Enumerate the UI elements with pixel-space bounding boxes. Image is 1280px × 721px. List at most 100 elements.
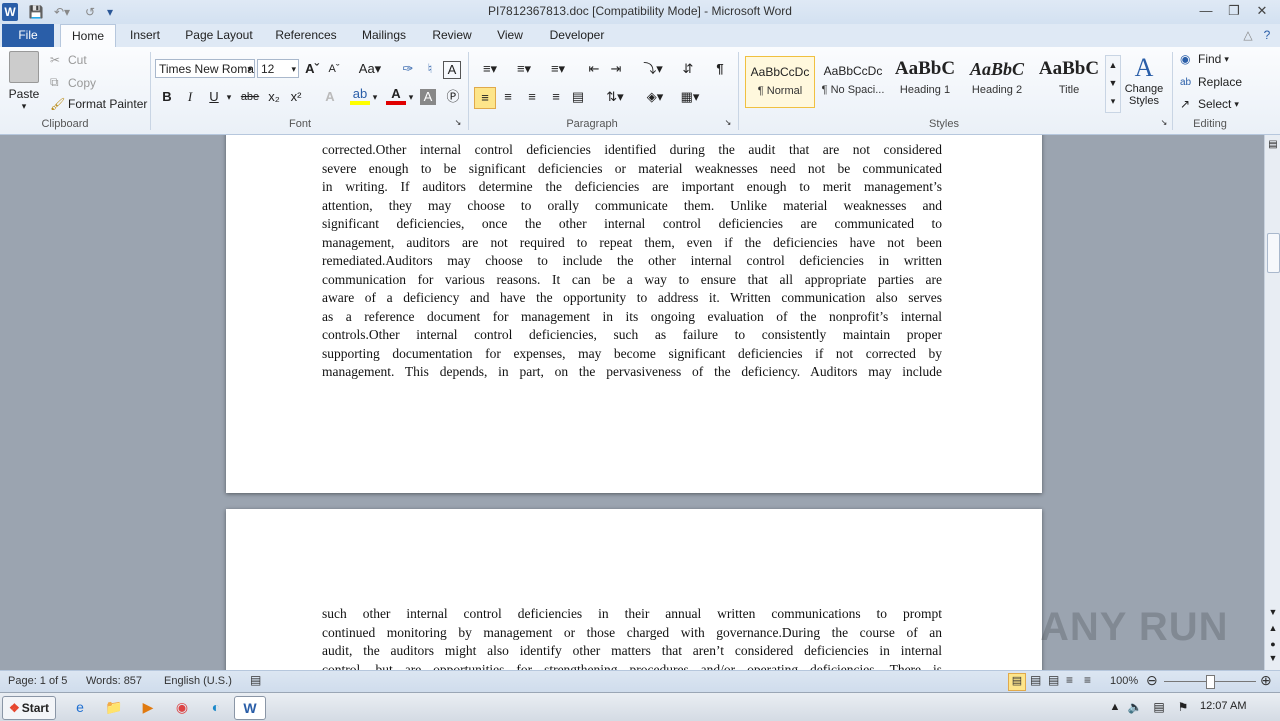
scroll-down-icon[interactable]: ▼: [1267, 607, 1279, 617]
multilevel-list-icon[interactable]: ≡▾: [544, 59, 572, 79]
sort-icon[interactable]: ⇵: [678, 59, 698, 79]
browse-object-icon[interactable]: ●: [1267, 639, 1279, 649]
outline-icon[interactable]: ≡: [1066, 673, 1073, 687]
enclose-characters-icon[interactable]: Ⓟ: [443, 87, 463, 107]
find-button[interactable]: ◉ Find ▾: [1180, 52, 1229, 66]
shading-icon[interactable]: ◈▾: [642, 87, 668, 107]
ie-icon[interactable]: e: [66, 696, 94, 718]
dialog-launcher-icon[interactable]: ↘: [452, 117, 464, 129]
numbering-icon[interactable]: ≡▾: [510, 59, 538, 79]
word-count[interactable]: Words: 857: [86, 675, 142, 687]
bullets-icon[interactable]: ≡▾: [476, 59, 504, 79]
scrollbar-thumb[interactable]: [1267, 233, 1280, 273]
copy-button[interactable]: ⧉ Copy: [50, 75, 96, 90]
style-title[interactable]: AaBbC Title: [1034, 56, 1104, 108]
clear-formatting-icon[interactable]: ✑: [398, 59, 418, 79]
asian-layout-icon[interactable]: ⤵▾: [640, 59, 666, 79]
zoom-in-icon[interactable]: ⊕: [1260, 672, 1272, 689]
style-heading-2[interactable]: AaBbC Heading 2: [962, 56, 1032, 108]
replace-button[interactable]: ab Replace: [1180, 75, 1242, 89]
action-center-flag-icon[interactable]: ⚑: [1174, 696, 1192, 718]
word-taskbar-button[interactable]: W: [234, 696, 266, 720]
underline-button[interactable]: U: [204, 87, 224, 107]
clock[interactable]: 12:07 AM: [1200, 700, 1246, 712]
subscript-button[interactable]: x₂: [264, 87, 284, 107]
style-heading-1[interactable]: AaBbC Heading 1: [890, 56, 960, 108]
tab-developer[interactable]: Developer: [542, 24, 612, 47]
draft-icon[interactable]: ≡: [1084, 673, 1091, 687]
chevron-down-icon[interactable]: ▾: [406, 87, 416, 107]
show-hidden-icons[interactable]: ▲: [1108, 696, 1122, 718]
zoom-level[interactable]: 100%: [1110, 675, 1138, 687]
next-page-icon[interactable]: ▼: [1267, 653, 1279, 663]
style-normal[interactable]: AaBbCcDc ¶ Normal: [745, 56, 815, 108]
web-layout-icon[interactable]: ▤: [1048, 673, 1059, 687]
macro-record-icon[interactable]: ▤: [250, 673, 261, 687]
chrome-icon[interactable]: ◉: [168, 696, 196, 718]
select-button[interactable]: ↗ Select ▾: [1180, 97, 1239, 111]
media-player-icon[interactable]: ▶: [134, 696, 162, 718]
change-case-icon[interactable]: Aa▾: [356, 59, 384, 79]
strikethrough-button[interactable]: abe: [238, 87, 262, 107]
tab-file[interactable]: File: [2, 24, 54, 47]
page-count[interactable]: Page: 1 of 5: [8, 675, 67, 687]
full-screen-reading-icon[interactable]: ▤: [1030, 673, 1041, 687]
page-2[interactable]: such other internal control deficiencies…: [226, 509, 1042, 670]
vertical-scrollbar[interactable]: ▤ ▼ ▲ ● ▼: [1264, 135, 1280, 670]
page-1[interactable]: corrected.Other internal control deficie…: [226, 135, 1042, 493]
font-size-combobox[interactable]: 12 ▾: [257, 59, 299, 78]
style-no-spacing[interactable]: AaBbCcDc ¶ No Spaci...: [818, 56, 888, 108]
close-button[interactable]: ✕: [1252, 2, 1272, 20]
tab-insert[interactable]: Insert: [122, 24, 168, 47]
shrink-font-icon[interactable]: Aˇ: [324, 59, 344, 79]
page-2-text[interactable]: such other internal control deficiencies…: [322, 605, 942, 670]
chevron-down-icon[interactable]: ▾: [370, 87, 380, 107]
character-border-icon[interactable]: A: [443, 61, 461, 79]
edge-icon[interactable]: ◐: [202, 696, 230, 718]
text-effects-icon[interactable]: A: [320, 87, 340, 107]
italic-button[interactable]: I: [180, 87, 200, 107]
tab-view[interactable]: View: [488, 24, 532, 47]
align-right-icon[interactable]: ≡: [522, 87, 542, 107]
align-left-icon[interactable]: ≡: [474, 87, 496, 109]
distributed-icon[interactable]: ▤: [568, 87, 588, 107]
paste-button[interactable]: Paste ▾: [6, 51, 42, 115]
minimize-button[interactable]: —: [1196, 2, 1216, 20]
center-icon[interactable]: ≡: [498, 87, 518, 107]
zoom-slider-thumb[interactable]: [1206, 675, 1215, 689]
tab-references[interactable]: References: [268, 24, 344, 47]
font-name-combobox[interactable]: Times New Roma ▾: [155, 59, 255, 78]
restore-button[interactable]: ❐: [1224, 2, 1244, 20]
justify-icon[interactable]: ≡: [546, 87, 566, 107]
highlight-icon[interactable]: ab: [350, 87, 370, 105]
tab-mailings[interactable]: Mailings: [352, 24, 416, 47]
line-spacing-icon[interactable]: ⇅▾: [602, 87, 628, 107]
decrease-indent-icon[interactable]: ⇤: [584, 59, 604, 79]
show-formatting-icon[interactable]: ¶: [710, 59, 730, 79]
tab-page-layout[interactable]: Page Layout: [178, 24, 260, 47]
bold-button[interactable]: B: [157, 87, 177, 107]
grow-font-icon[interactable]: Aˇ: [302, 59, 322, 79]
tab-home[interactable]: Home: [60, 24, 116, 48]
minimize-ribbon-icon[interactable]: △: [1240, 24, 1256, 47]
volume-icon[interactable]: 🔈: [1126, 696, 1144, 718]
folder-icon[interactable]: 📁: [100, 696, 128, 718]
styles-gallery-scroll[interactable]: ▲ ▼ ▾: [1105, 55, 1121, 113]
character-shading-icon[interactable]: A: [420, 89, 436, 105]
print-layout-icon[interactable]: ▤: [1008, 673, 1026, 691]
start-button[interactable]: ❖ Start: [2, 696, 56, 720]
borders-icon[interactable]: ▦▾: [676, 87, 704, 107]
help-icon[interactable]: ?: [1258, 24, 1276, 47]
dialog-launcher-icon[interactable]: ↘: [722, 117, 734, 129]
dialog-launcher-icon[interactable]: ↘: [1158, 117, 1170, 129]
page-1-text[interactable]: corrected.Other internal control deficie…: [322, 141, 942, 382]
chevron-down-icon[interactable]: ▾: [224, 87, 234, 107]
language-indicator[interactable]: English (U.S.): [164, 675, 232, 687]
font-color-icon[interactable]: A: [386, 87, 406, 105]
change-styles-button[interactable]: A Change Styles: [1122, 53, 1166, 107]
phonetic-guide-icon[interactable]: ♮: [420, 59, 440, 79]
previous-page-icon[interactable]: ▲: [1267, 623, 1279, 633]
tab-review[interactable]: Review: [424, 24, 480, 47]
format-painter-button[interactable]: 🖌 Format Painter: [50, 97, 147, 111]
superscript-button[interactable]: x²: [286, 87, 306, 107]
